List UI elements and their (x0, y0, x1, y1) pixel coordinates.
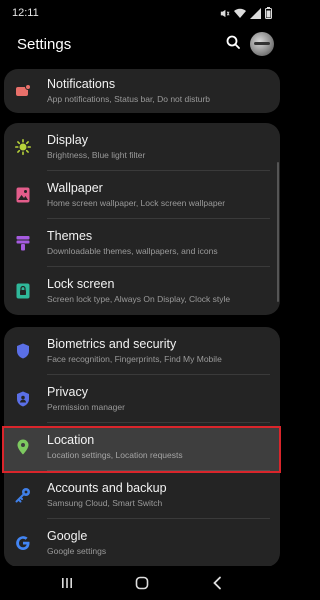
google-icon (14, 534, 32, 552)
image-icon (14, 186, 32, 204)
wifi-icon (234, 8, 246, 19)
battery-icon (265, 7, 272, 19)
sun-icon (14, 138, 32, 156)
shield-icon (14, 342, 32, 360)
mute-icon (219, 8, 230, 19)
settings-item-subtitle: Samsung Cloud, Smart Switch (47, 498, 163, 508)
settings-item-wallpaper[interactable]: Wallpaper Home screen wallpaper, Lock sc… (4, 171, 280, 219)
settings-item-google[interactable]: Google Google settings (4, 519, 280, 567)
settings-item-title: Lock screen (47, 277, 115, 291)
settings-group-2: Display Brightness, Blue light filter Wa… (4, 123, 280, 315)
signal-icon (250, 7, 261, 19)
settings-item-subtitle: App notifications, Status bar, Do not di… (47, 94, 211, 104)
settings-item-title: Privacy (47, 385, 88, 399)
recents-icon[interactable] (52, 568, 82, 598)
header-actions (226, 32, 274, 56)
settings-item-subtitle: Permission manager (47, 402, 125, 412)
lock-icon (14, 282, 32, 300)
settings-item-themes[interactable]: Themes Downloadable themes, wallpapers, … (4, 219, 280, 267)
settings-item-subtitle: Downloadable themes, wallpapers, and ico… (47, 246, 218, 256)
settings-item-title: Google (47, 529, 88, 543)
settings-item-biometrics[interactable]: Biometrics and security Face recognition… (4, 327, 280, 375)
settings-item-subtitle: Screen lock type, Always On Display, Clo… (47, 294, 231, 304)
settings-item-title: Accounts and backup (47, 481, 167, 495)
back-icon[interactable] (202, 568, 232, 598)
page-title: Settings (17, 35, 72, 53)
settings-item-privacy[interactable]: Privacy Permission manager (4, 375, 280, 423)
settings-item-title: Wallpaper (47, 181, 103, 195)
home-icon[interactable] (127, 568, 157, 598)
settings-item-subtitle: Face recognition, Fingerprints, Find My … (47, 354, 222, 364)
settings-item-subtitle: Brightness, Blue light filter (47, 150, 146, 160)
brush-icon (14, 234, 32, 252)
scroll-indicator[interactable] (277, 162, 279, 302)
privacy-shield-icon (14, 390, 32, 408)
status-time: 12:11 (12, 7, 39, 19)
status-bar: 12:11 (0, 0, 284, 26)
settings-item-display[interactable]: Display Brightness, Blue light filter (4, 123, 280, 171)
settings-item-lock-screen[interactable]: Lock screen Screen lock type, Always On … (4, 267, 280, 315)
avatar[interactable] (250, 32, 274, 56)
status-icons (219, 7, 272, 19)
header: Settings (0, 26, 284, 62)
settings-item-title: Biometrics and security (47, 337, 177, 351)
settings-item-notifications[interactable]: Notifications App notifications, Status … (4, 69, 280, 113)
search-icon[interactable] (226, 35, 240, 54)
settings-item-title: Display (47, 133, 88, 147)
settings-item-title: Notifications (47, 77, 116, 91)
notification-icon (14, 82, 32, 100)
settings-item-accounts[interactable]: Accounts and backup Samsung Cloud, Smart… (4, 471, 280, 519)
key-icon (14, 486, 32, 504)
settings-group-1: Notifications App notifications, Status … (4, 69, 280, 113)
location-highlight-box (2, 426, 281, 473)
navigation-bar (0, 566, 284, 600)
settings-item-subtitle: Home screen wallpaper, Lock screen wallp… (47, 198, 226, 208)
settings-item-title: Themes (47, 229, 93, 243)
settings-item-subtitle: Google settings (47, 546, 107, 556)
